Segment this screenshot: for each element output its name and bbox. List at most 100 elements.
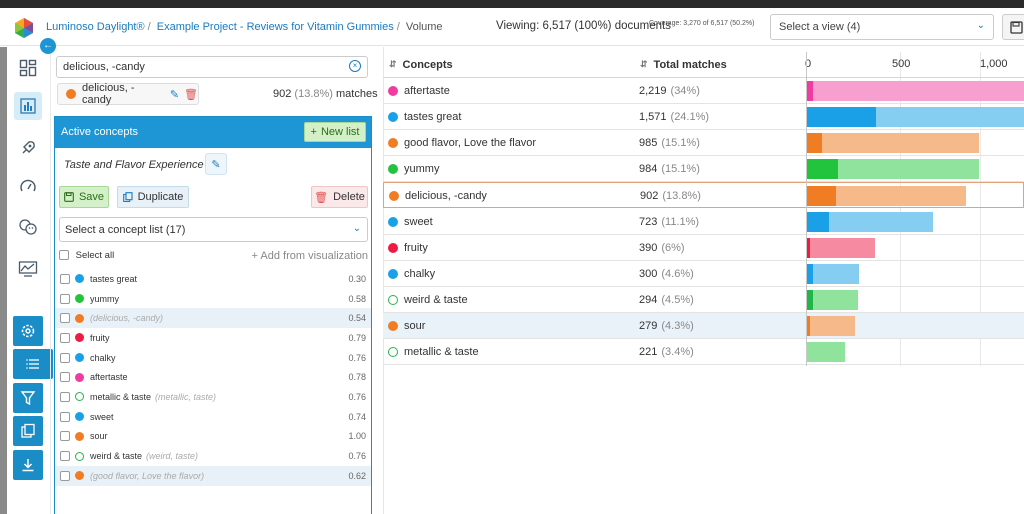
- download-icon: [22, 459, 34, 472]
- rail-edge: [0, 47, 7, 514]
- total-match-bar[interactable]: [806, 315, 856, 336]
- concept-color-dot: [75, 274, 84, 284]
- matches-pct: (13.8%): [294, 88, 333, 100]
- concept-checkbox[interactable]: [60, 332, 70, 343]
- table-row[interactable]: metallic & taste 221 (3.4%): [383, 339, 1024, 365]
- concept-list-item[interactable]: sour 1.00: [55, 427, 371, 447]
- table-row[interactable]: delicious, -candy 902 (13.8%): [383, 182, 1024, 209]
- concept-list-select[interactable]: Select a concept list (17) ⌄: [59, 217, 368, 242]
- total-match-bar[interactable]: [806, 133, 980, 154]
- concept-checkbox[interactable]: [60, 352, 70, 363]
- duplicate-list-button[interactable]: Duplicate: [117, 186, 189, 208]
- concept-label: fruity: [90, 332, 110, 343]
- concept-checkbox[interactable]: [60, 470, 70, 481]
- floppy-disk-icon: [1009, 20, 1023, 34]
- concept-checkbox[interactable]: [60, 431, 70, 442]
- concept-color-dot: [388, 268, 398, 279]
- view-select[interactable]: Select a view (4) ⌄: [770, 14, 994, 40]
- concept-score: 0.62: [348, 470, 366, 481]
- row-concept: weird & taste: [388, 287, 468, 313]
- row-bar-zone: [806, 130, 1024, 156]
- filter-button[interactable]: [13, 383, 43, 413]
- concept-list-item[interactable]: chalky 0.76: [55, 348, 371, 368]
- concept-list-item[interactable]: aftertaste 0.78: [55, 367, 371, 387]
- download-button[interactable]: [13, 450, 43, 480]
- rail-dashboard[interactable]: [14, 54, 42, 82]
- documents-button[interactable]: [13, 416, 43, 446]
- row-concept: sour: [388, 313, 425, 339]
- concept-list-item[interactable]: tastes great 0.30: [55, 269, 371, 289]
- table-row[interactable]: tastes great 1,571 (24.1%): [383, 104, 1024, 131]
- table-row[interactable]: weird & taste 294 (4.5%): [383, 287, 1024, 313]
- exact-match-bar[interactable]: [806, 133, 822, 154]
- concept-list-item[interactable]: (delicious, -candy) 0.54: [55, 308, 371, 329]
- exact-match-bar[interactable]: [806, 211, 829, 232]
- concept-checkbox[interactable]: [60, 313, 70, 324]
- table-row[interactable]: yummy 984 (15.1%): [383, 156, 1024, 183]
- table-row[interactable]: fruity 390 (6%): [383, 235, 1024, 261]
- row-count-pct: (6%): [661, 241, 685, 254]
- exact-match-bar[interactable]: [806, 159, 838, 180]
- concept-list-item[interactable]: sweet 0.74: [55, 407, 371, 427]
- save-list-button[interactable]: Save: [59, 186, 109, 208]
- concept-color-dot: [389, 191, 399, 202]
- row-count: 221 (3.4%): [639, 339, 694, 365]
- select-all-label: Select all: [75, 250, 115, 261]
- table-row[interactable]: sweet 723 (11.1%): [383, 209, 1024, 235]
- total-match-bar[interactable]: [806, 342, 845, 362]
- concept-list-item[interactable]: (good flavor, Love the flavor) 0.62: [55, 465, 371, 486]
- table-row[interactable]: good flavor, Love the flavor 985 (15.1%): [383, 130, 1024, 157]
- save-view-button[interactable]: [1002, 14, 1024, 40]
- col-concepts-label: Concepts: [402, 58, 453, 71]
- row-count-value: 300: [639, 267, 658, 280]
- rail-sentiment-gauge[interactable]: [14, 173, 42, 201]
- rail-volume[interactable]: [14, 92, 42, 120]
- rail-sentiment[interactable]: [14, 213, 42, 241]
- concept-checkbox[interactable]: [60, 293, 70, 304]
- exact-match-bar[interactable]: [807, 186, 837, 207]
- concept-checkbox[interactable]: [60, 411, 70, 422]
- settings-button[interactable]: [13, 316, 43, 346]
- select-all-checkbox[interactable]: [59, 250, 69, 261]
- total-match-bar[interactable]: [806, 289, 858, 310]
- table-row[interactable]: aftertaste 2,219 (34%): [383, 78, 1024, 104]
- delete-list-button[interactable]: 🗑 Delete: [311, 186, 368, 208]
- concept-list-item[interactable]: metallic & taste (metallic, taste) 0.76: [55, 387, 371, 407]
- concept-list-button[interactable]: [13, 349, 53, 379]
- table-row[interactable]: chalky 300 (4.6%): [383, 261, 1024, 287]
- concept-checkbox[interactable]: [60, 451, 70, 462]
- concept-search-input[interactable]: delicious, -candy ×: [56, 56, 368, 78]
- trash-icon[interactable]: 🗑: [184, 88, 198, 101]
- concept-list-item[interactable]: yummy 0.58: [55, 289, 371, 309]
- rail-trends[interactable]: [14, 255, 42, 283]
- table-row[interactable]: sour 279 (4.3%): [383, 312, 1024, 339]
- concept-list-item[interactable]: weird & taste (weird, taste) 0.76: [55, 446, 371, 466]
- exact-match-bar[interactable]: [806, 263, 814, 284]
- total-match-bar[interactable]: [806, 237, 875, 258]
- clear-search-icon[interactable]: ×: [349, 60, 361, 72]
- exact-match-bar[interactable]: [806, 107, 876, 128]
- pencil-icon[interactable]: ✎: [170, 88, 179, 101]
- selected-concept-chip[interactable]: delicious, -candy ✎ 🗑: [57, 82, 199, 106]
- total-match-bar[interactable]: [806, 263, 859, 284]
- row-count-pct: (34%): [670, 85, 700, 97]
- add-from-visualization-button[interactable]: + Add from visualization: [252, 250, 368, 262]
- concept-checkbox[interactable]: [60, 372, 70, 383]
- total-match-bar[interactable]: [806, 81, 1024, 101]
- luminoso-logo-icon[interactable]: [13, 17, 35, 39]
- col-header-total-matches[interactable]: ⇵ Total matches: [640, 52, 727, 77]
- edit-list-name-button[interactable]: ✎: [205, 153, 227, 175]
- collapse-sidebar-button[interactable]: ←: [40, 38, 56, 54]
- breadcrumb-project[interactable]: Example Project - Reviews for Vitamin Gu…: [157, 21, 394, 33]
- row-concept: tastes great: [388, 104, 461, 130]
- row-bar-zone: [806, 209, 1024, 235]
- breadcrumb-app[interactable]: Luminoso Daylight®: [46, 21, 145, 33]
- rail-drivers[interactable]: [14, 134, 42, 162]
- exact-match-bar[interactable]: [806, 289, 814, 310]
- exact-match-bar[interactable]: [806, 81, 814, 101]
- concept-checkbox[interactable]: [60, 273, 70, 284]
- concept-list-item[interactable]: fruity 0.79: [55, 328, 371, 348]
- col-header-concepts[interactable]: ⇵ Concepts: [389, 52, 453, 77]
- concept-checkbox[interactable]: [60, 391, 70, 402]
- new-list-button[interactable]: + New list: [304, 122, 366, 142]
